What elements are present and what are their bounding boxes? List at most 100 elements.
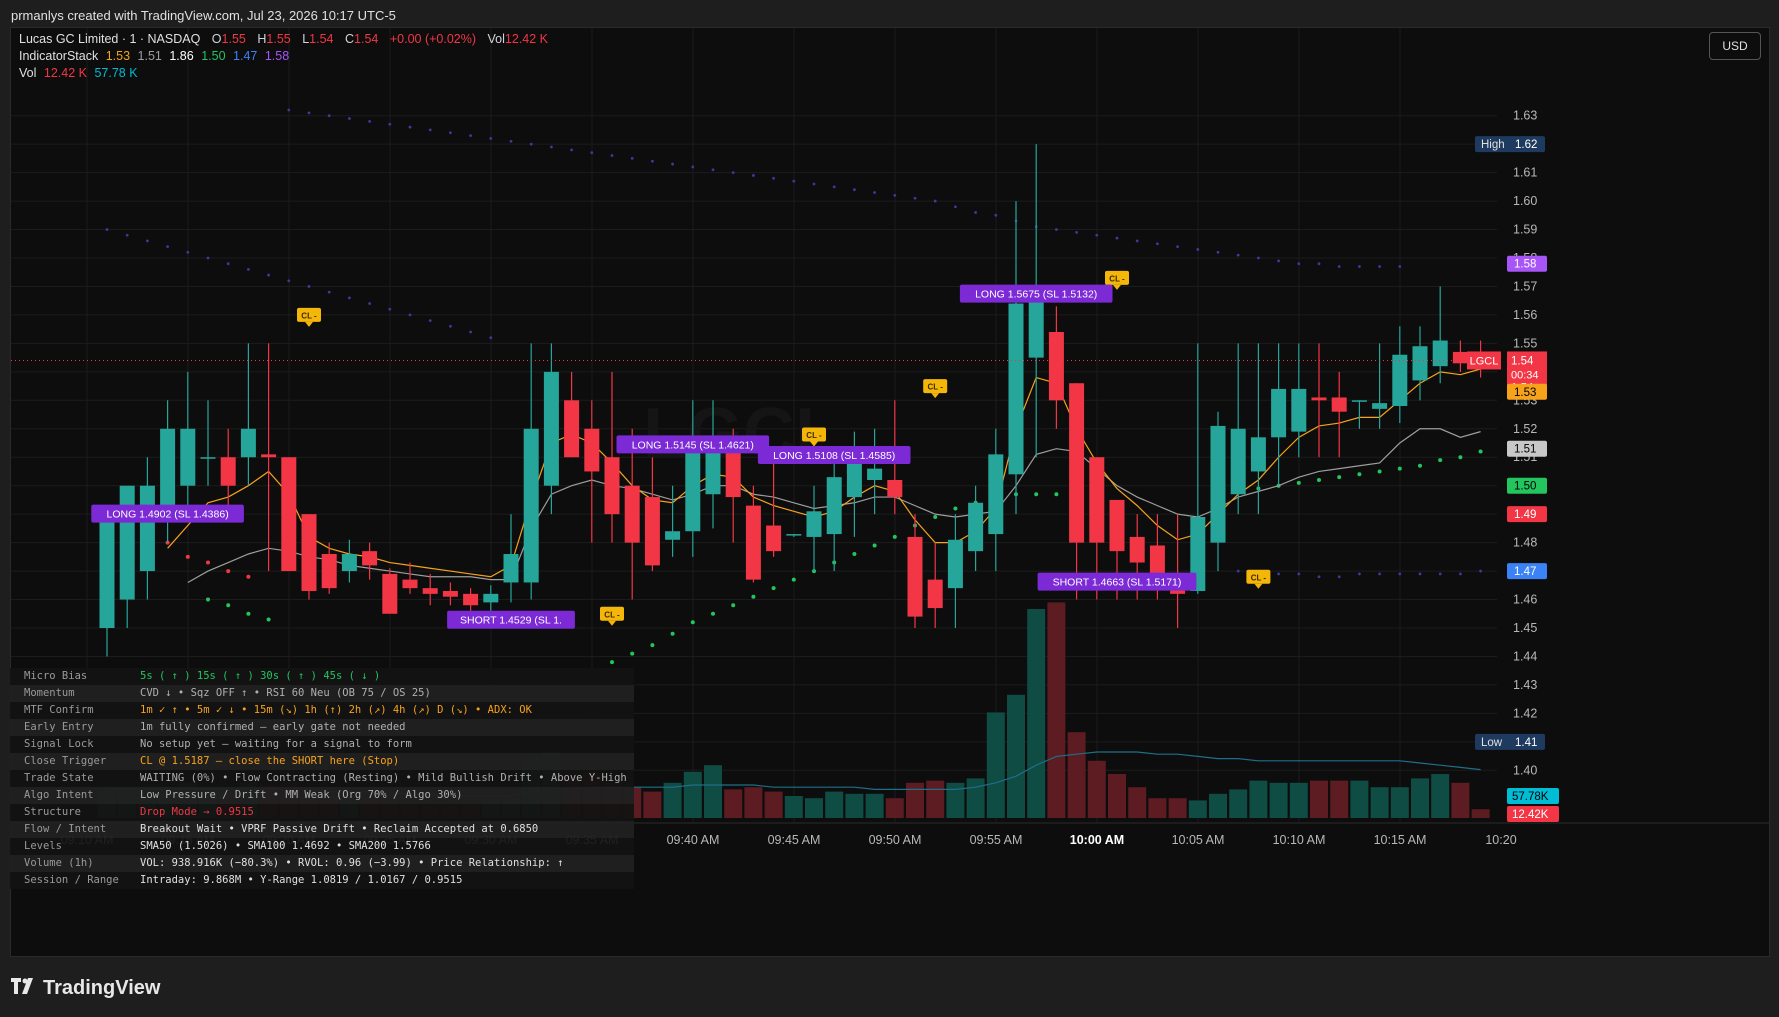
candle-body[interactable] [968, 502, 984, 552]
candle-body[interactable] [1250, 437, 1266, 472]
candle-body[interactable] [402, 579, 418, 589]
candle-body[interactable] [826, 477, 842, 535]
candle-body[interactable] [1109, 499, 1125, 552]
candle-body[interactable] [846, 462, 862, 498]
candle-body[interactable] [584, 428, 600, 472]
upper-dot [711, 168, 715, 172]
candle-body[interactable] [301, 514, 317, 591]
candle-body[interactable] [564, 400, 580, 458]
candle-body[interactable] [200, 457, 216, 459]
candle-body[interactable] [725, 448, 741, 498]
candle-body[interactable] [927, 579, 943, 609]
candle-body[interactable] [907, 536, 923, 617]
trade-signal-text: LONG 1.4902 (SL 1.4386) [107, 509, 229, 521]
upper-dot [226, 262, 230, 266]
currency-button[interactable]: USD [1709, 32, 1761, 60]
candle-body[interactable] [604, 457, 620, 515]
candle-body[interactable] [1271, 388, 1287, 438]
candle-body[interactable] [180, 428, 196, 486]
indicator-legend[interactable]: IndicatorStack 1.53 1.51 1.86 1.50 1.47 … [19, 49, 293, 63]
candle-body[interactable] [1230, 428, 1246, 495]
upper-dot [489, 336, 493, 340]
candle-body[interactable] [1412, 346, 1428, 381]
candle-body[interactable] [543, 371, 559, 486]
candle-body[interactable] [220, 457, 236, 486]
candle-body[interactable] [483, 593, 499, 603]
candle-body[interactable] [382, 573, 398, 614]
candle-body[interactable] [139, 485, 155, 572]
candle-body[interactable] [1372, 403, 1388, 409]
candle-body[interactable] [665, 531, 681, 540]
price-axis-tick: 1.61 [1513, 166, 1537, 180]
candle-body[interactable] [240, 428, 256, 458]
candle-body[interactable] [1291, 388, 1307, 432]
close-signal-text: CL - [927, 383, 943, 392]
candle-body[interactable] [988, 454, 1004, 535]
tradingview-logo[interactable]: TradingView [11, 977, 160, 1000]
symbol-name[interactable]: Lucas GC Limited · 1 · NASDAQ [19, 32, 200, 46]
indicator-price-tag-text: 1.58 [1514, 259, 1536, 271]
volume-bar [946, 782, 965, 818]
bull-dot [1478, 449, 1483, 454]
candle-body[interactable] [160, 428, 176, 515]
upper-dot [388, 307, 392, 311]
volume-bar [1269, 782, 1288, 818]
candle-body[interactable] [766, 525, 782, 552]
countdown-text: 00:34 [1511, 369, 1539, 381]
candle-body[interactable] [644, 497, 660, 566]
candle-body[interactable] [261, 454, 277, 458]
indicator-name[interactable]: IndicatorStack [19, 49, 98, 63]
candle-body[interactable] [1392, 354, 1408, 406]
candle-body[interactable] [867, 468, 883, 480]
candle-body[interactable] [745, 505, 761, 580]
candle-body[interactable] [321, 554, 337, 589]
open-value: 1.55 [221, 32, 246, 46]
candle-body[interactable] [1089, 457, 1105, 543]
candle-body[interactable] [806, 511, 822, 537]
candle-body[interactable] [624, 485, 640, 543]
candle-body[interactable] [1331, 397, 1347, 412]
vol-legend-label[interactable]: Vol [19, 66, 36, 80]
candle-body[interactable] [442, 591, 458, 597]
candle-body[interactable] [1008, 303, 1024, 475]
candle-body[interactable] [362, 551, 378, 566]
candle-body[interactable] [281, 457, 297, 572]
candle-body[interactable] [422, 588, 438, 594]
candle-body[interactable] [1048, 332, 1064, 401]
candle-body[interactable] [1069, 383, 1085, 543]
panel-row-label: Close Trigger [24, 755, 107, 767]
upper-dot [913, 196, 917, 200]
candle-body[interactable] [119, 485, 135, 600]
candle-body[interactable] [685, 443, 701, 532]
bull-dot [872, 543, 877, 548]
upper-dot [1398, 265, 1402, 268]
indicator-value-3: 1.86 [169, 49, 194, 63]
candle-body[interactable] [341, 554, 357, 572]
candle-body[interactable] [1351, 400, 1367, 402]
symbol-legend: Lucas GC Limited · 1 · NASDAQ O1.55 H1.5… [19, 32, 556, 46]
candle-body[interactable] [1129, 536, 1145, 563]
lower-dot [1236, 569, 1240, 573]
candle-body[interactable] [887, 480, 903, 498]
upper-dot [1075, 230, 1078, 234]
upper-dot [388, 122, 392, 126]
candle-body[interactable] [523, 428, 539, 583]
candle-body[interactable] [503, 554, 519, 583]
candle-body[interactable] [1452, 351, 1468, 364]
candle-body[interactable] [463, 593, 479, 606]
candle-body[interactable] [1432, 340, 1448, 367]
candle-body[interactable] [786, 534, 802, 536]
volume-legend[interactable]: Vol 12.42 K 57.78 K [19, 66, 142, 80]
trade-signal-text: LONG 1.5108 (SL 1.4585) [773, 450, 895, 462]
bull-dot [226, 603, 231, 608]
close-signal-text: CL - [1251, 573, 1267, 582]
upper-dot [1176, 245, 1179, 249]
upper-dot [1297, 262, 1301, 266]
candle-body[interactable] [947, 539, 963, 589]
lower-dot [1277, 572, 1280, 576]
candle-body[interactable] [99, 514, 115, 628]
candle-body[interactable] [1210, 425, 1226, 543]
upper-dot [832, 185, 836, 189]
candle-body[interactable] [1311, 397, 1327, 401]
upper-dot [307, 285, 311, 288]
